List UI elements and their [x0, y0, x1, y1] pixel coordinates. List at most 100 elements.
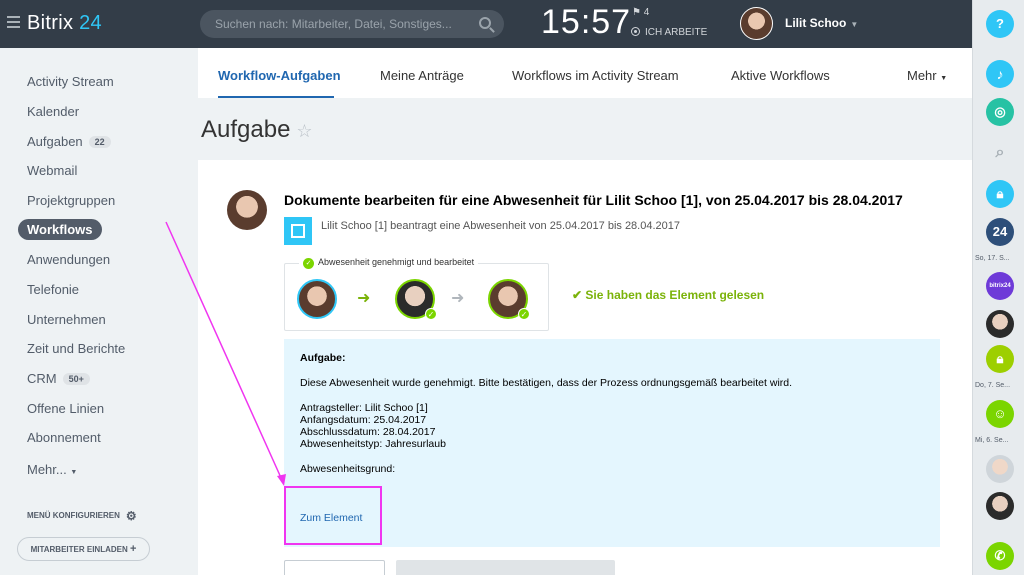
task-heading: Aufgabe:	[300, 352, 346, 364]
logo[interactable]: Bitrix 24	[27, 12, 102, 35]
check-icon: ✓	[518, 308, 530, 320]
top-header: Bitrix 24 Suchen nach: Mitarbeiter, Date…	[0, 0, 972, 48]
check-icon: ✓	[303, 258, 314, 269]
tab-more-label: Mehr	[907, 68, 937, 83]
sidebar-item-label: Projektgruppen	[27, 193, 116, 208]
help-icon[interactable]: ?	[986, 10, 1014, 38]
tab-workflows-activity-stream[interactable]: Workflows im Activity Stream	[512, 68, 679, 83]
sidebar-item-abonnement[interactable]: Abonnement	[27, 430, 101, 445]
active-tab-indicator	[218, 96, 334, 98]
start-date: Anfangsdatum: 25.04.2017	[300, 414, 427, 426]
page-title: Aufgabe ☆	[201, 116, 313, 144]
tab-aktive-workflows[interactable]: Aktive Workflows	[731, 68, 830, 83]
sidebar-item-more[interactable]: Mehr... ▼	[27, 462, 77, 477]
search-icon[interactable]	[479, 17, 491, 29]
check-icon: ✓	[425, 308, 437, 320]
search-input[interactable]: Suchen nach: Mitarbeiter, Datei, Sonstig…	[200, 10, 504, 38]
lock-icon[interactable]: 🔒︎	[986, 180, 1014, 208]
sidebar-item-projektgruppen[interactable]: Projektgruppen	[27, 193, 115, 208]
sidebar-item-label: Abonnement	[27, 430, 101, 445]
avatar[interactable]	[740, 7, 773, 40]
flag-count: 4	[643, 7, 650, 18]
tab-workflow-aufgaben[interactable]: Workflow-Aufgaben	[218, 68, 341, 83]
sidebar-item-label: Aufgaben	[27, 134, 83, 149]
status-label: ✓ Abwesenheit genehmigt und bearbeitet	[299, 257, 479, 269]
action-button[interactable]	[396, 560, 615, 575]
chat-icon[interactable]: ◎	[986, 98, 1014, 126]
plus-icon: +	[129, 543, 137, 555]
workflow-status: ✓ Abwesenheit genehmigt und bearbeitet ➜ …	[284, 257, 549, 331]
status-icon	[631, 27, 640, 36]
date-label: So, 17. S...	[975, 255, 1010, 262]
configure-menu-button[interactable]: MENÜ KONFIGURIEREN ⚙	[27, 509, 137, 523]
end-date: Abschlussdatum: 28.04.2017	[300, 426, 436, 438]
search-icon[interactable]: ⌕	[986, 139, 1014, 167]
bot-icon[interactable]: ☺	[986, 400, 1014, 428]
logo-number: 24	[79, 12, 102, 34]
tab-bar: Workflow-Aufgaben Meine Anträge Workflow…	[198, 48, 972, 98]
arrow-right-icon: ➜	[357, 290, 371, 307]
sidebar-item-crm[interactable]: CRM 50+	[27, 371, 90, 386]
sidebar-item-zeit-und-berichte[interactable]: Zeit und Berichte	[27, 341, 125, 356]
task-details: Aufgabe: Diese Abwesenheit wurde genehmi…	[284, 339, 940, 547]
sidebar-item-anwendungen[interactable]: Anwendungen	[27, 252, 110, 267]
menu-icon[interactable]	[7, 16, 20, 28]
flag-icon: ⚑	[632, 7, 641, 18]
sidebar-item-offene-linien[interactable]: Offene Linien	[27, 401, 104, 416]
absence-type: Abwesenheitstyp: Jahresurlaub	[300, 438, 446, 450]
chevron-down-icon: ▼	[940, 75, 948, 82]
sidebar-item-label: Telefonie	[27, 282, 80, 297]
document-icon	[284, 217, 312, 245]
page-title-text: Aufgabe	[201, 116, 291, 143]
sidebar-item-workflows[interactable]: Workflows	[18, 219, 102, 240]
avatar[interactable]	[986, 455, 1014, 483]
gear-icon: ⚙	[125, 509, 137, 523]
sidebar-item-aufgaben[interactable]: Aufgaben 22	[27, 134, 111, 149]
sidebar-item-kalender[interactable]: Kalender	[27, 104, 79, 119]
task-description: Diese Abwesenheit wurde genehmigt. Bitte…	[300, 377, 793, 389]
flag-counter[interactable]: ⚑ 4	[632, 7, 649, 18]
logo-text: Bitrix	[27, 12, 74, 34]
sidebar-item-activity-stream[interactable]: Activity Stream	[27, 74, 114, 89]
date-label: Mi, 6. Se...	[975, 437, 1009, 444]
chevron-down-icon: ▼	[850, 20, 859, 29]
avatar[interactable]	[227, 190, 267, 230]
avatar[interactable]	[986, 310, 1014, 338]
tab-more[interactable]: Mehr ▼	[907, 68, 947, 83]
sidebar-item-label: Anwendungen	[27, 252, 111, 267]
sidebar-item-telefonie[interactable]: Telefonie	[27, 282, 79, 297]
work-status[interactable]: ICH ARBEITE	[631, 27, 707, 38]
sidebar: Activity Stream Kalender Aufgaben 22 Webm…	[0, 48, 198, 575]
phone-icon[interactable]: ✆	[986, 542, 1014, 570]
work-status-label: ICH ARBEITE	[645, 27, 708, 38]
right-bar: ? ♪ ◎ ⌕ 🔒︎ 24 So, 17. S... bitrix24 🔒︎ D…	[972, 0, 1024, 575]
annotation-highlight	[284, 486, 382, 545]
invite-employees-button[interactable]: MITARBEITER EINLADEN +	[17, 537, 150, 561]
sidebar-item-label: Offene Linien	[27, 401, 105, 416]
tab-meine-antraege[interactable]: Meine Anträge	[380, 68, 464, 83]
sidebar-item-label: CRM	[27, 371, 57, 386]
absence-reason: Abwesenheitsgrund:	[300, 463, 396, 475]
sidebar-item-label: Mehr...	[27, 462, 67, 477]
lock-icon[interactable]: 🔒︎	[986, 345, 1014, 373]
action-button[interactable]	[284, 560, 385, 575]
sidebar-item-label: Activity Stream	[27, 74, 114, 89]
task-title: Dokumente bearbeiten für eine Abwesenhei…	[284, 192, 903, 208]
status-label-text: Abwesenheit genehmigt und bearbeitet	[318, 257, 475, 267]
request-text: Lilit Schoo [1] beantragt eine Abwesenhe…	[321, 220, 680, 232]
arrow-right-icon: ➜	[451, 290, 465, 307]
user-menu[interactable]: Lilit Schoo ▼	[785, 16, 858, 30]
bitrix24-icon[interactable]: 24	[986, 218, 1014, 246]
user-name: Lilit Schoo	[785, 16, 847, 30]
star-icon[interactable]: ☆	[296, 121, 312, 141]
sidebar-item-label: Workflows	[27, 222, 93, 237]
bell-icon[interactable]: ♪	[986, 60, 1014, 88]
bitrix-chat-icon[interactable]: bitrix24	[986, 272, 1014, 300]
clock[interactable]: 15:57	[541, 3, 631, 42]
avatar[interactable]	[986, 492, 1014, 520]
check-icon: ✔	[572, 288, 583, 302]
avatar[interactable]	[297, 279, 337, 319]
sidebar-item-unternehmen[interactable]: Unternehmen	[27, 312, 106, 327]
sidebar-item-webmail[interactable]: Webmail	[27, 163, 77, 178]
invite-label: MITARBEITER EINLADEN	[30, 545, 128, 554]
